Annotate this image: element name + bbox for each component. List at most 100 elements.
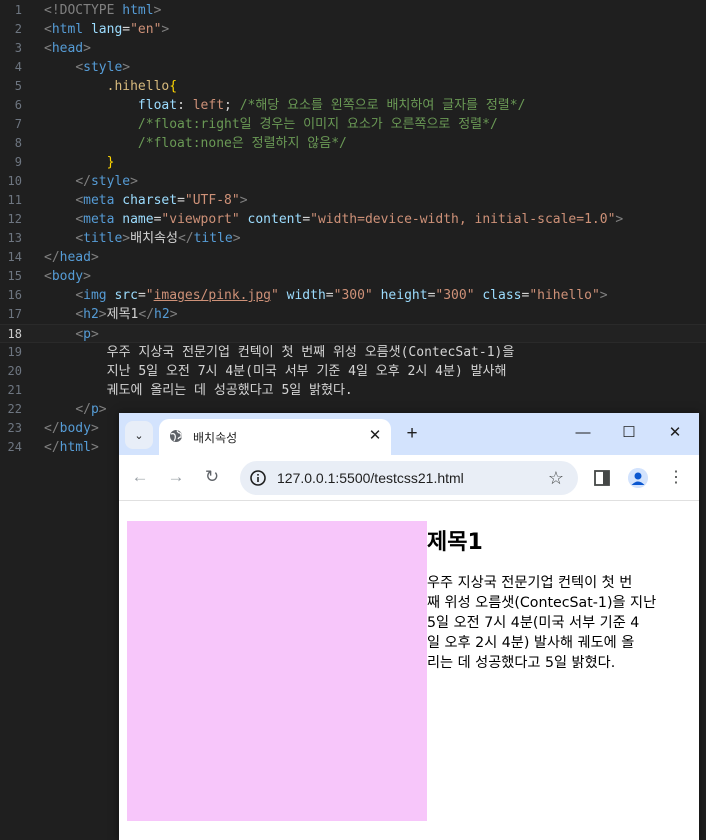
line-number: 10 — [7, 174, 22, 188]
code-token: /*float:none은 정렬하지 않음*/ — [137, 136, 347, 151]
code-line[interactable]: 13 <title>배치속성</title> — [0, 229, 706, 248]
menu-icon[interactable]: ⋮ — [667, 466, 685, 490]
code-token: ; — [224, 98, 240, 113]
site-info-icon[interactable] — [249, 469, 267, 487]
maximize-button[interactable]: ☐ — [609, 421, 649, 445]
person-icon — [628, 468, 648, 488]
code-token: </ — [44, 250, 60, 265]
minimize-button[interactable]: — — [563, 421, 603, 445]
code-line[interactable]: 9 } — [0, 153, 706, 172]
code-line[interactable]: 18 <p> — [0, 324, 706, 343]
code-line[interactable]: 2 <html lang="en"> — [0, 20, 706, 39]
code-line[interactable]: 11 <meta charset="UTF-8"> — [0, 191, 706, 210]
side-panel-icon[interactable] — [593, 469, 611, 487]
code-token: h2 — [154, 307, 170, 322]
code-token: p — [83, 327, 91, 342]
tab-close-icon[interactable]: ✕ — [365, 426, 385, 446]
code-line[interactable]: 12 <meta name="viewport" content="width=… — [0, 210, 706, 229]
code-line[interactable]: 16 <img src="images/pink.jpg" width="300… — [0, 286, 706, 305]
code-text: <img src="images/pink.jpg" width="300" h… — [44, 286, 607, 305]
code-text: 지난 5일 오전 7시 4분(미국 서부 기준 4일 오후 2시 4분) 발사해 — [44, 362, 507, 381]
code-token: style — [90, 174, 131, 189]
code-token: " — [145, 288, 154, 303]
new-tab-button[interactable]: + — [401, 423, 423, 445]
address-bar[interactable]: 127.0.0.1:5500/testcss21.html ☆ — [240, 461, 578, 495]
close-window-button[interactable]: ✕ — [655, 421, 695, 445]
code-token: class — [482, 288, 522, 303]
forward-button[interactable]: → — [163, 464, 189, 490]
code-token: < — [75, 307, 84, 322]
reload-button[interactable]: ↻ — [199, 464, 225, 490]
code-token: > — [90, 440, 99, 455]
line-number: 15 — [7, 269, 22, 283]
browser-tab[interactable]: 배치속성 ✕ — [159, 419, 391, 455]
code-token: body — [51, 269, 84, 284]
code-line[interactable]: 7 /*float:right일 경우는 이미지 요소가 오른쪽으로 정렬*/ — [0, 115, 706, 134]
code-token: body — [59, 421, 91, 436]
code-line[interactable]: 17 <h2>제목1</h2> — [0, 305, 706, 324]
code-line[interactable]: 19 우주 지상국 전문기업 컨텍이 첫 번째 위성 오름샛(ContecSat… — [0, 343, 706, 362]
code-line[interactable]: 21 궤도에 올리는 데 성공했다고 5일 밝혔다. — [0, 381, 706, 400]
code-token: </ — [177, 231, 194, 246]
tab-search-icon[interactable]: ⌄ — [125, 421, 153, 449]
code-line[interactable]: 15 <body> — [0, 267, 706, 286]
code-token: < — [75, 193, 84, 208]
code-line[interactable]: 8 /*float:none은 정렬하지 않음*/ — [0, 134, 706, 153]
code-token: > — [122, 60, 131, 75]
code-line[interactable]: 4 <style> — [0, 58, 706, 77]
line-number: 12 — [7, 212, 22, 226]
line-number: 21 — [7, 383, 22, 397]
code-line[interactable]: 20 지난 5일 오전 7시 4분(미국 서부 기준 4일 오후 2시 4분) … — [0, 362, 706, 381]
code-token: < — [75, 327, 84, 342]
code-line[interactable]: 5 .hihello{ — [0, 77, 706, 96]
code-token: </ — [44, 421, 60, 436]
code-token: /*해당 요소를 왼쪽으로 배치하여 글자를 정렬*/ — [239, 98, 526, 113]
back-button[interactable]: ← — [127, 464, 153, 490]
profile-avatar[interactable] — [628, 468, 648, 488]
code-text: <!DOCTYPE html> — [44, 1, 161, 20]
code-line[interactable]: 3 <head> — [0, 39, 706, 58]
code-token: < — [75, 231, 84, 246]
code-token: title — [83, 231, 123, 246]
code-token: </ — [138, 307, 155, 322]
line-number: 2 — [14, 22, 22, 36]
code-line[interactable]: 6 float: left; /*해당 요소를 왼쪽으로 배치하여 글자를 정렬… — [0, 96, 706, 115]
code-token: content — [247, 212, 303, 227]
code-text: 궤도에 올리는 데 성공했다고 5일 밝혔다. — [44, 381, 353, 400]
code-text: <p> — [44, 325, 98, 344]
code-token: > — [161, 22, 170, 37]
code-token: > — [90, 421, 99, 436]
code-text: <h2>제목1</h2> — [44, 305, 177, 324]
code-token: style — [83, 60, 123, 75]
code-token: } — [106, 155, 115, 170]
code-token: = — [302, 212, 311, 227]
url-text[interactable]: 127.0.0.1:5500/testcss21.html — [277, 470, 464, 486]
code-line[interactable]: 14 </head> — [0, 248, 706, 267]
code-line[interactable]: 10 </style> — [0, 172, 706, 191]
page-paragraph: 우주 지상국 전문기업 컨텍이 첫 번 째 위성 오름샛(ContecSat-1… — [427, 573, 695, 673]
bookmark-star-icon[interactable]: ☆ — [544, 466, 568, 490]
code-token: { — [169, 79, 178, 94]
pink-image — [127, 521, 427, 821]
browser-toolbar: ← → ↻ 127.0.0.1:5500/testcss21.html ☆ ⋮ — [119, 455, 699, 501]
code-token: < — [75, 212, 84, 227]
code-token: </ — [75, 402, 91, 417]
paragraph-line: 우주 지상국 전문기업 컨텍이 첫 번 — [427, 575, 633, 591]
code-token: > — [130, 174, 138, 189]
code-text: <title>배치속성</title> — [44, 229, 240, 248]
code-token: > — [239, 193, 248, 208]
line-number: 16 — [7, 288, 22, 302]
code-text: </style> — [44, 172, 138, 191]
code-token: h2 — [83, 307, 99, 322]
code-text: </body> — [44, 419, 99, 438]
code-token: " — [271, 288, 279, 303]
code-line[interactable]: 1 <!DOCTYPE html> — [0, 1, 706, 20]
code-token: > — [83, 41, 91, 56]
